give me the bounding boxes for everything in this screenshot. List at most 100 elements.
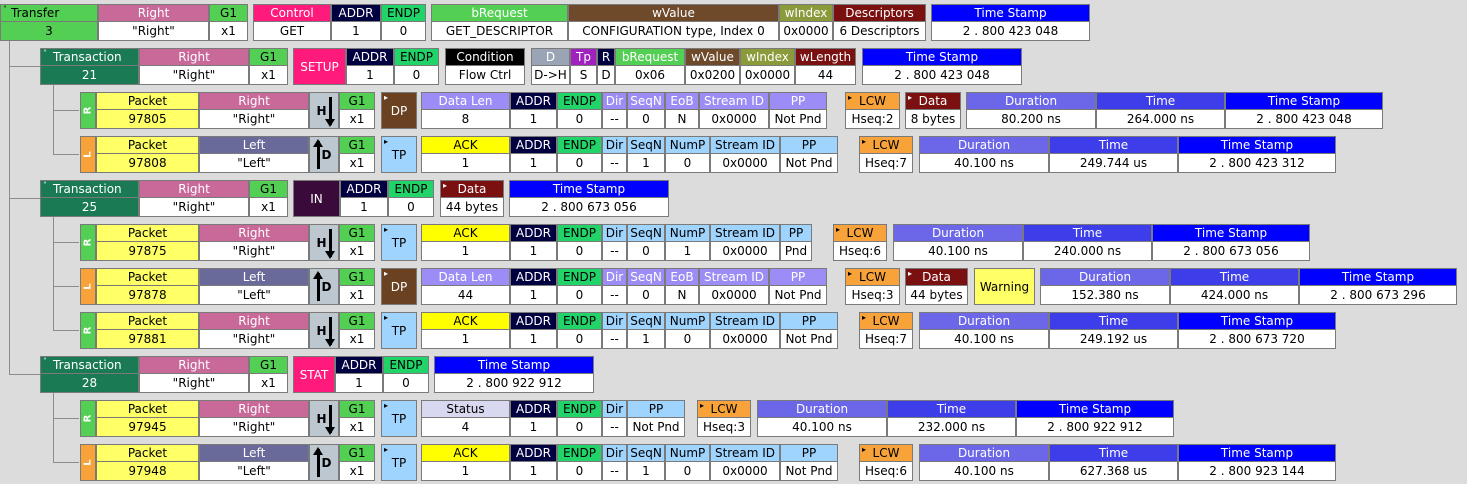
transfer-id-cell[interactable]: ˄ Transfer 3 (0, 4, 98, 41)
expand-caret-icon[interactable]: ▸ (700, 402, 704, 410)
expand-caret-icon[interactable]: ▸ (848, 94, 852, 102)
direction-value: D->H (532, 66, 569, 84)
packet-cell: Packet 97948 (96, 444, 199, 481)
expand-caret-icon[interactable]: ▸ (384, 138, 388, 146)
collapse-caret-icon[interactable]: ˄ (3, 6, 7, 14)
expand-caret-icon[interactable]: ▸ (384, 314, 388, 322)
endp-header: ENDP (382, 5, 425, 22)
data-cell[interactable]: ▸ Data 44 bytes (905, 268, 968, 305)
dir-field: Dir -- (602, 92, 627, 129)
expand-caret-icon[interactable]: ▸ (836, 226, 840, 234)
expand-caret-icon[interactable]: ▸ (848, 270, 852, 278)
status-field: Status 4 (421, 400, 510, 437)
expand-caret-icon[interactable]: ▸ (384, 94, 388, 102)
brequest-value: GET_DESCRIPTOR (432, 22, 567, 40)
control-header: Control (254, 5, 330, 22)
collapse-caret-icon[interactable]: ˄ (43, 182, 47, 190)
expand-caret-icon[interactable]: ▸ (384, 226, 388, 234)
packet-type-token: ▸ TP (381, 400, 417, 437)
transaction-number: 21 (41, 66, 138, 84)
expand-caret-icon[interactable]: ▸ (384, 446, 388, 454)
collapse-caret-icon[interactable]: ˄ (43, 50, 47, 58)
lcw-cell[interactable]: ▸ LCW Hseq:7 (859, 136, 913, 173)
endp-header: ENDP (395, 49, 438, 66)
expand-caret-icon[interactable]: ▸ (862, 446, 866, 454)
warning-badge[interactable]: Warning (974, 268, 1035, 305)
data-cell[interactable]: ▸ Data 8 bytes (905, 92, 961, 129)
nump-field: NumP 1 (665, 224, 710, 261)
packet-fields: ACK 1 ADDR 1 ENDP 0 Dir -- SeqN 1 NumP 0 Strea… (421, 312, 838, 349)
expand-caret-icon[interactable]: ▸ (384, 270, 388, 278)
expand-caret-icon[interactable]: ▸ (384, 402, 388, 410)
addr-field: ADDR 1 (510, 268, 557, 305)
endp-field: ENDP 0 (557, 400, 602, 437)
status-token: STAT (293, 356, 335, 393)
ack-field: ACK 1 (421, 136, 510, 173)
dir-field: Dir -- (602, 268, 627, 305)
expand-caret-icon[interactable]: ▸ (908, 94, 912, 102)
timestamp-cell: Time Stamp 2 . 800 673 056 (1152, 224, 1310, 261)
expand-caret-icon[interactable]: ▸ (908, 270, 912, 278)
tree-branch (53, 154, 79, 155)
time-cell: Time 249.744 us (1049, 136, 1178, 173)
packet-fields: Data Len 44 ADDR 1 ENDP 0 Dir -- SeqN 0 EoB N … (421, 268, 827, 305)
condition-cell: Condition Flow Ctrl (445, 48, 525, 85)
addr-header: ADDR (347, 49, 393, 66)
host-to-device-indicator: H (309, 92, 339, 129)
packet-fields: Data Len 8 ADDR 1 ENDP 0 Dir -- SeqN 0 EoB N S… (421, 92, 827, 129)
arrow-down-icon (324, 228, 335, 259)
transaction-id-cell[interactable]: ˄ Transaction 21 (40, 48, 139, 85)
data-cell[interactable]: ▸ Data 44 bytes (440, 180, 504, 217)
packet-cell: Packet 97808 (96, 136, 199, 173)
lcw-cell[interactable]: ▸ LCW Hseq:2 (845, 92, 900, 129)
packet-type-token: ▸ TP (381, 444, 417, 481)
collapse-caret-icon[interactable]: ˄ (43, 358, 47, 366)
transaction-id-cell[interactable]: ˄ Transaction 25 (40, 180, 139, 217)
transfer-brequest-cell: bRequest GET_DESCRIPTOR (431, 4, 568, 41)
addr-cell: ADDR 1 (340, 180, 388, 217)
expand-caret-icon[interactable]: ▸ (862, 138, 866, 146)
lcw-cell[interactable]: ▸ LCW Hseq:7 (859, 312, 913, 349)
direction-cell: Right "Right" (199, 92, 309, 129)
side-indicator: R (80, 92, 96, 129)
timestamp-cell: Time Stamp 2 . 800 923 144 (1178, 444, 1336, 481)
tree-branch (53, 286, 79, 287)
device-to-host-indicator: D (309, 136, 339, 173)
lcw-cell[interactable]: ▸ LCW Hseq:3 (845, 268, 900, 305)
pp-field: PP Not Pnd (769, 92, 827, 129)
addr-field: ADDR 1 (510, 400, 557, 437)
direction-cell: Left "Left" (199, 268, 309, 305)
transfer-g1-cell: G1 x1 (209, 4, 248, 41)
condition-header: Condition (446, 49, 524, 66)
tree-branch (9, 374, 40, 375)
lcw-cell[interactable]: ▸ LCW Hseq:6 (859, 444, 913, 481)
transaction-id-cell[interactable]: ˄ Transaction 28 (40, 356, 139, 393)
direction-cell: Right "Right" (199, 400, 309, 437)
g1-cell: G1 x1 (249, 48, 288, 85)
packet-type-token: ▸ TP (381, 136, 417, 173)
duration-cell: Duration 40.100 ns (919, 136, 1049, 173)
expand-caret-icon[interactable]: ▸ (862, 314, 866, 322)
packet-number: 97805 (97, 110, 198, 128)
packet-type-token: ▸ TP (381, 224, 417, 261)
g1-header: G1 (340, 93, 374, 110)
lcw-cell[interactable]: ▸ LCW Hseq:3 (697, 400, 751, 437)
lcw-cell[interactable]: ▸ LCW Hseq:6 (833, 224, 887, 261)
nump-field: NumP 0 (665, 312, 710, 349)
packet-type-token: ▸ DP (381, 92, 417, 129)
pp-field: PP Not Pnd (769, 268, 827, 305)
endp-field: ENDP 0 (557, 312, 602, 349)
right-value: "Right" (140, 66, 248, 84)
transfer-addr-cell: ADDR 1 (331, 4, 381, 41)
addr-value: 1 (332, 22, 380, 40)
wvalue-header: wValue (686, 49, 739, 66)
expand-caret-icon[interactable]: ▸ (443, 182, 447, 190)
addr-value: 1 (347, 66, 393, 84)
duration-cell: Duration 80.200 ns (966, 92, 1096, 129)
seqn-field: SeqN 0 (627, 224, 665, 261)
g1-cell: G1 x1 (339, 312, 375, 349)
wvalue-header: wValue (569, 5, 778, 22)
timestamp-cell: Time Stamp 2 . 800 922 912 (1016, 400, 1174, 437)
transfer-descriptors-cell[interactable]: Descriptors 6 Descriptors (833, 4, 926, 41)
side-indicator: R (80, 224, 96, 261)
